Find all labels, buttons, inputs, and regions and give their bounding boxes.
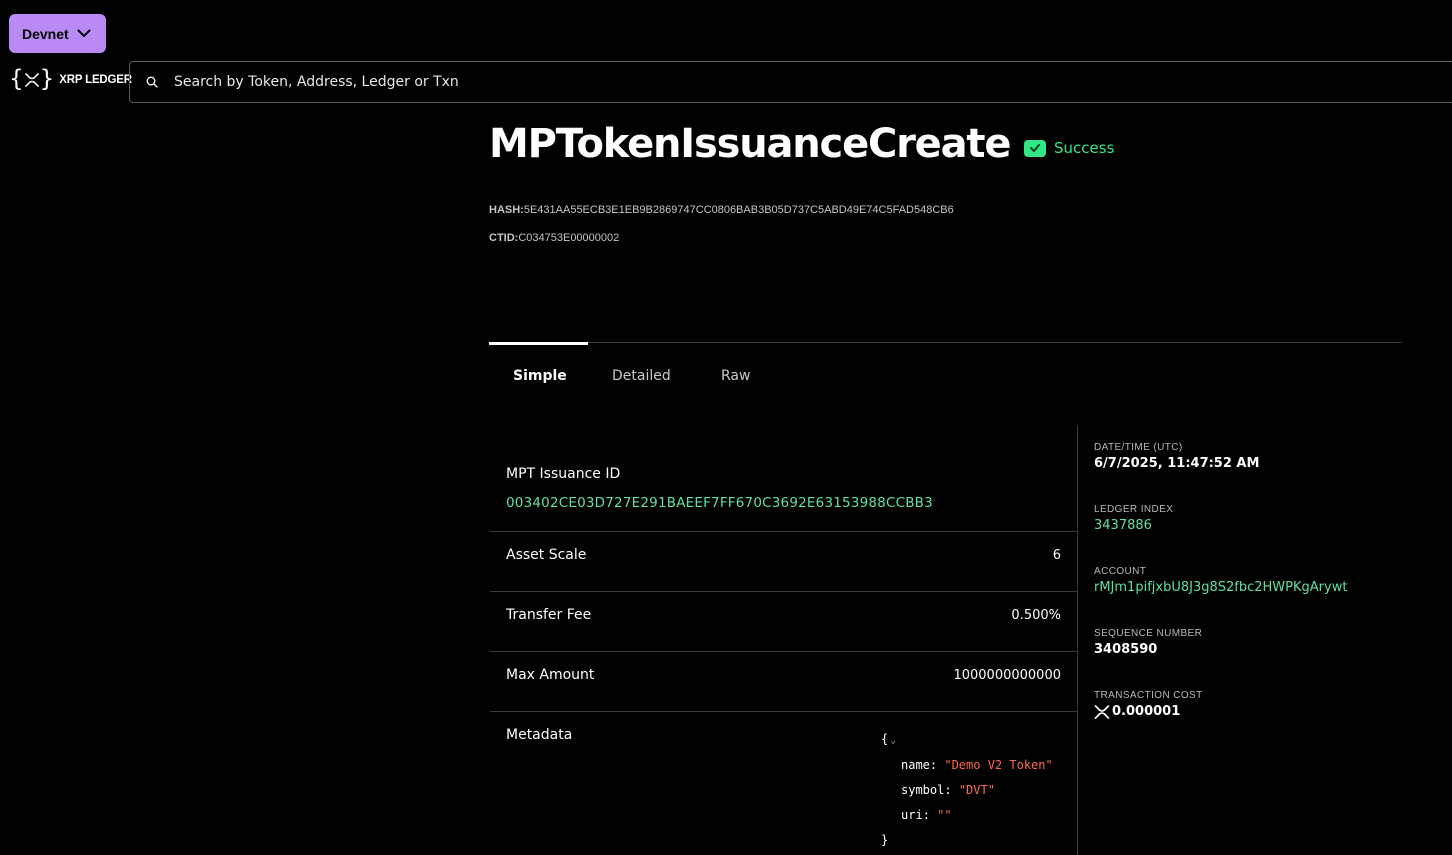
sequence-label: SEQUENCE NUMBER bbox=[1094, 628, 1203, 639]
transaction-cost-label: TRANSACTION COST bbox=[1094, 690, 1203, 701]
metadata-label: Metadata bbox=[506, 727, 573, 743]
logo-brace-left: { bbox=[9, 66, 24, 92]
network-selector-button[interactable]: Devnet bbox=[9, 14, 106, 53]
network-label: Devnet bbox=[22, 25, 69, 42]
tabs-divider bbox=[489, 342, 1402, 343]
hash-label: HASH: bbox=[489, 204, 524, 216]
datetime-value: 6/7/2025, 11:47:52 AM bbox=[1094, 456, 1260, 471]
issuance-id-label: MPT Issuance ID bbox=[506, 466, 621, 482]
datetime-label: DATE/TIME (UTC) bbox=[1094, 442, 1183, 453]
json-open-brace: { bbox=[881, 732, 889, 746]
hash-value[interactable]: 5E431AA55ECB3E1EB9B2869747CC0806BAB3B05D… bbox=[524, 204, 954, 216]
logo-text: XRP LEDGER bbox=[59, 73, 132, 86]
row-divider bbox=[490, 591, 1077, 592]
chevron-down-icon bbox=[77, 29, 91, 38]
max-amount-label: Max Amount bbox=[506, 667, 595, 683]
ctid-value[interactable]: C034753E00000002 bbox=[518, 232, 619, 244]
json-close-brace: } bbox=[881, 833, 889, 847]
tab-raw[interactable]: Raw bbox=[721, 368, 750, 384]
asset-scale-label: Asset Scale bbox=[506, 547, 587, 563]
row-divider bbox=[490, 651, 1077, 652]
row-divider bbox=[490, 711, 1077, 712]
tab-simple[interactable]: Simple bbox=[513, 368, 567, 384]
ledger-index-label: LEDGER INDEX bbox=[1094, 504, 1174, 515]
xrp-icon bbox=[1094, 704, 1110, 719]
json-key: name bbox=[901, 758, 930, 772]
max-amount-value: 1000000000000 bbox=[953, 668, 1061, 683]
xrp-ledger-logo[interactable]: { } XRP LEDGER bbox=[9, 68, 132, 91]
active-tab-indicator bbox=[489, 342, 588, 345]
issuance-id-link[interactable]: 003402CE03D727E291BAEEF7FF670C3692E63153… bbox=[506, 495, 933, 511]
sequence-value: 3408590 bbox=[1094, 642, 1158, 657]
json-close-line: } bbox=[881, 828, 1053, 853]
account-link[interactable]: rMJm1pifjxbU8J3g8S2fbc2HWPKgArywt bbox=[1094, 580, 1347, 595]
search-input[interactable] bbox=[172, 73, 772, 91]
metadata-json-viewer: {⌄ name: "Demo V2 Token" symbol: "DVT" u… bbox=[881, 727, 1053, 853]
transaction-cost: 0.000001 bbox=[1094, 704, 1180, 719]
json-field: uri: "" bbox=[901, 808, 952, 822]
transaction-type-title: MPTokenIssuanceCreate bbox=[489, 121, 1011, 167]
account-label: ACCOUNT bbox=[1094, 566, 1147, 577]
transfer-fee-value: 0.500% bbox=[1011, 608, 1061, 623]
json-field: name: "Demo V2 Token" bbox=[901, 758, 1053, 772]
status-text: Success bbox=[1054, 139, 1115, 157]
hash-line: HASH:5E431AA55ECB3E1EB9B2869747CC0806BAB… bbox=[489, 204, 954, 216]
json-field: symbol: "DVT" bbox=[901, 783, 995, 797]
json-string-value: "DVT" bbox=[958, 783, 995, 797]
ledger-index-link[interactable]: 3437886 bbox=[1094, 518, 1152, 533]
details-divider bbox=[1077, 425, 1078, 855]
json-key: uri bbox=[901, 808, 923, 822]
collapse-caret-icon[interactable]: ⌄ bbox=[890, 735, 896, 746]
tab-detailed[interactable]: Detailed bbox=[612, 368, 671, 384]
ctid-line: CTID:C034753E00000002 bbox=[489, 232, 619, 244]
ctid-label: CTID: bbox=[489, 232, 519, 244]
search-bar[interactable] bbox=[129, 61, 1452, 103]
asset-scale-value: 6 bbox=[1052, 548, 1061, 563]
json-open-line[interactable]: {⌄ bbox=[881, 727, 1053, 753]
search-icon bbox=[146, 76, 158, 88]
xrp-icon bbox=[24, 72, 39, 87]
json-string-value: "" bbox=[937, 808, 952, 822]
json-key: symbol bbox=[901, 783, 945, 797]
json-string-value: "Demo V2 Token" bbox=[944, 758, 1053, 772]
transfer-fee-label: Transfer Fee bbox=[506, 607, 592, 623]
row-divider bbox=[490, 531, 1077, 532]
status-badge: Success bbox=[1024, 139, 1114, 157]
check-icon bbox=[1024, 139, 1046, 157]
logo-brace-right: } bbox=[39, 66, 55, 92]
transaction-cost-value: 0.000001 bbox=[1112, 704, 1181, 719]
